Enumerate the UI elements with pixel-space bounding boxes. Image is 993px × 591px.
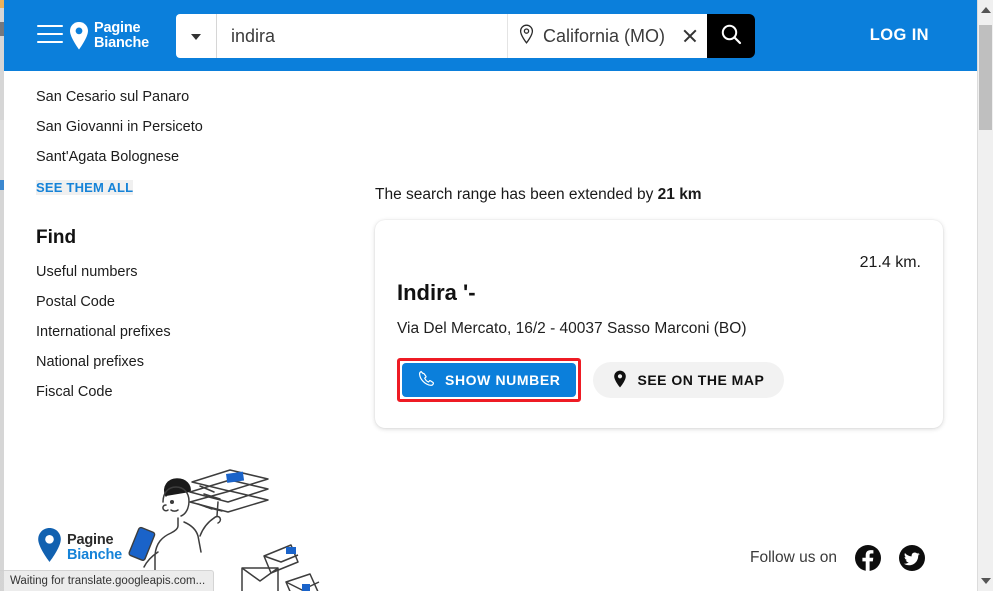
close-icon[interactable] [679, 25, 701, 47]
sidebar: Nonantola San Cesario sul Panaro San Gio… [36, 58, 216, 413]
search-where-input[interactable]: California (MO) [507, 14, 707, 58]
footer-logo-text: Pagine Bianche [67, 531, 123, 563]
page-content: Pagine Bianche indira California (MO) LO… [0, 0, 977, 591]
find-link-international-prefixes[interactable]: International prefixes [36, 323, 216, 342]
follow-us-label: Follow us on [749, 549, 837, 566]
map-pin-icon [68, 21, 90, 51]
search-button[interactable] [707, 14, 755, 58]
map-pin-icon [613, 370, 627, 391]
follow-us-section: Follow us on [750, 545, 925, 571]
search-range-prefix: The search range has been extended by [375, 186, 658, 203]
results-area: The search range has been extended by 21… [375, 186, 943, 428]
result-distance: 21.4 km. [859, 254, 921, 271]
result-card: 21.4 km. Indira '- Via Del Mercato, 16/2… [375, 220, 943, 428]
result-name[interactable]: Indira '- [397, 280, 913, 306]
site-logo[interactable]: Pagine Bianche [68, 16, 149, 56]
status-text: Waiting for translate.googleapis.com... [10, 575, 206, 587]
category-select[interactable] [176, 14, 217, 58]
see-on-the-map-button[interactable]: SEE ON THE MAP [593, 362, 785, 398]
login-button[interactable]: LOG IN [870, 26, 929, 45]
result-address: Via Del Mercato, 16/2 - 40037 Sasso Marc… [397, 320, 747, 337]
chevron-down-icon [980, 578, 991, 584]
search-range-value: 21 km [657, 186, 702, 203]
map-pin-icon [36, 527, 63, 568]
logo-line-1: Pagine [94, 20, 141, 36]
vertical-scrollbar[interactable] [977, 0, 993, 591]
search-what-value: indira [231, 25, 276, 46]
see-on-the-map-label: SEE ON THE MAP [637, 372, 765, 388]
site-header: Pagine Bianche indira California (MO) LO… [4, 0, 977, 71]
find-link-postal-code[interactable]: Postal Code [36, 293, 216, 312]
browser-viewport: Pagine Bianche indira California (MO) LO… [0, 0, 993, 591]
scroll-down-button[interactable] [978, 573, 993, 589]
search-what-input[interactable]: indira [217, 14, 507, 58]
search-range-note: The search range has been extended by 21… [375, 186, 943, 204]
show-number-highlight: SHOW NUMBER [397, 358, 582, 402]
footer-logo-line-1: Pagine [67, 531, 114, 548]
show-number-button[interactable]: SHOW NUMBER [402, 363, 577, 397]
footer-logo[interactable]: Pagine Bianche [36, 527, 122, 568]
see-them-all-link[interactable]: SEE THEM ALL [36, 180, 134, 195]
site-logo-text: Pagine Bianche [94, 21, 149, 51]
window-edge-artifact [0, 0, 4, 591]
find-link-national-prefixes[interactable]: National prefixes [36, 353, 216, 372]
twitter-icon[interactable] [899, 545, 925, 571]
find-section-title: Find [36, 227, 77, 248]
facebook-icon[interactable] [855, 545, 881, 571]
find-link-fiscal-code[interactable]: Fiscal Code [36, 383, 216, 402]
chevron-down-icon [191, 34, 201, 40]
sidebar-city-san-cesario-sul-panaro[interactable]: San Cesario sul Panaro [36, 88, 216, 107]
logo-line-2: Bianche [94, 35, 150, 51]
result-actions: SHOW NUMBER SEE ON THE MAP [397, 358, 913, 402]
sidebar-city-santagata-bolognese[interactable]: Sant'Agata Bolognese [36, 148, 216, 167]
find-link-useful-numbers[interactable]: Useful numbers [36, 263, 216, 282]
phone-icon [418, 370, 435, 390]
search-bar: indira California (MO) [176, 14, 755, 58]
sidebar-city-san-giovanni-in-persiceto[interactable]: San Giovanni in Persiceto [36, 118, 216, 137]
footer-logo-line-2: Bianche [67, 546, 123, 563]
chevron-up-icon [980, 7, 991, 13]
hamburger-icon[interactable] [37, 25, 63, 45]
search-where-value: California (MO) [543, 25, 666, 46]
scroll-up-button[interactable] [978, 2, 993, 18]
search-icon [719, 22, 743, 51]
browser-status-bar: Waiting for translate.googleapis.com... [0, 570, 215, 591]
map-pin-icon [518, 24, 535, 49]
show-number-label: SHOW NUMBER [445, 372, 561, 388]
scrollbar-thumb[interactable] [979, 25, 992, 130]
